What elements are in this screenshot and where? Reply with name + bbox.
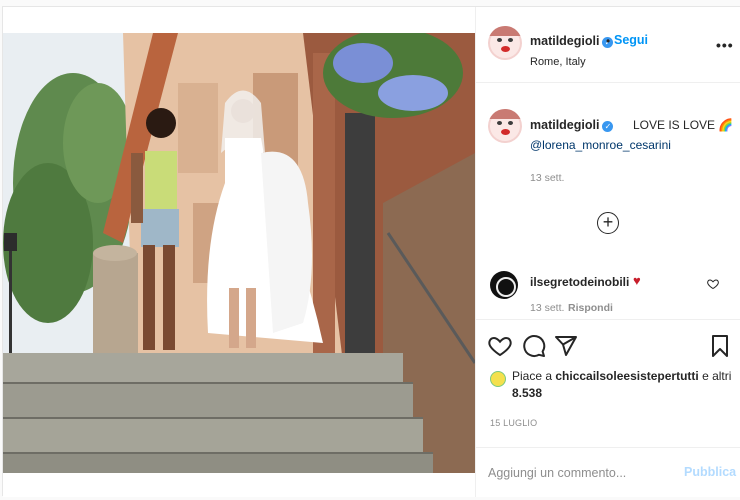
author-avatar[interactable] [488, 26, 522, 60]
post-location[interactable]: Rome, Italy [530, 56, 586, 68]
follow-button[interactable]: Segui [614, 33, 648, 47]
comment-input[interactable] [488, 462, 668, 484]
reply-button[interactable]: Rispondi [568, 302, 613, 314]
instagram-post: matildegioli ✓ • Segui Rome, Italy ••• ma… [2, 6, 740, 497]
more-options-icon[interactable]: ••• [716, 37, 734, 53]
verified-badge-icon: ✓ [602, 121, 614, 132]
caption-username-link[interactable]: matildegioli ✓ [530, 118, 614, 132]
comment-username[interactable]: ilsegretodeinobili [530, 275, 629, 289]
avatar-eyes [497, 38, 513, 42]
comment-text: ♥ [633, 273, 641, 288]
separator-dot: • [606, 34, 611, 48]
author-username-link[interactable]: matildegioli ✓ [530, 34, 614, 48]
caption-username[interactable]: matildegioli [530, 118, 599, 132]
heart-icon[interactable] [488, 334, 512, 358]
add-comment-bar: Pubblica [476, 447, 740, 497]
comment-date: 13 sett. [530, 302, 565, 314]
avatar-eyes [497, 121, 513, 125]
post-photo[interactable] [3, 7, 475, 497]
post-date[interactable]: 15 LUGLIO [490, 418, 537, 428]
caption-author-avatar[interactable] [488, 109, 522, 143]
paper-plane-icon[interactable] [554, 334, 578, 358]
caption-mention-link[interactable]: @lorena_monroe_cesarini [530, 138, 671, 152]
caption-date[interactable]: 13 sett. [530, 172, 564, 184]
comment-bubble-icon[interactable] [522, 334, 546, 358]
author-username[interactable]: matildegioli [530, 34, 599, 48]
wedding-photo-image [3, 33, 475, 473]
likes-text[interactable]: Piace a chiccailsoleesistepertutti e alt… [512, 368, 732, 402]
liker-username[interactable]: chiccailsoleesistepertutti [555, 369, 698, 383]
bookmark-icon[interactable] [708, 334, 732, 358]
commenter-avatar[interactable] [490, 271, 518, 299]
post-header: matildegioli ✓ • Segui Rome, Italy ••• [476, 7, 740, 83]
publish-button[interactable]: Pubblica [684, 465, 736, 479]
caption-text: LOVE IS LOVE 🌈 [633, 118, 734, 132]
page-background: matildegioli ✓ • Segui Rome, Italy ••• ma… [0, 0, 740, 500]
likes-middle: e altri [698, 369, 732, 383]
avatar-hair [488, 26, 522, 36]
liker-avatar[interactable] [490, 371, 506, 387]
plus-circle-icon[interactable]: + [597, 212, 619, 234]
post-actions: Piace a chiccailsoleesistepertutti e alt… [476, 319, 740, 457]
comment-like-heart-icon[interactable] [707, 278, 719, 290]
comments-section: matildegioli ✓ LOVE IS LOVE 🌈 @lorena_mon… [476, 83, 740, 319]
post-sidebar: matildegioli ✓ • Segui Rome, Italy ••• ma… [475, 7, 740, 497]
likes-count[interactable]: 8.538 [512, 386, 542, 400]
likes-prefix: Piace a [512, 369, 556, 383]
avatar-hair [488, 109, 522, 119]
